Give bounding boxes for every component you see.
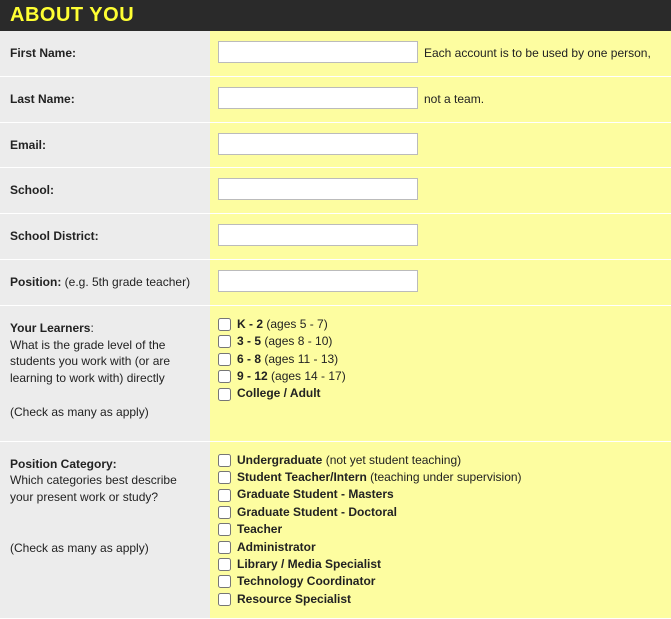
- learners-checkbox[interactable]: [218, 388, 231, 401]
- row-email: Email:: [0, 123, 671, 169]
- label-school: School:: [0, 168, 210, 213]
- row-district: School District:: [0, 214, 671, 260]
- option-light: (ages 8 - 10): [261, 334, 332, 348]
- first-name-hint: Each account is to be used by one person…: [424, 46, 651, 60]
- category-option[interactable]: Undergraduate (not yet student teaching): [218, 452, 663, 469]
- row-school: School:: [0, 168, 671, 214]
- cell-category: Undergraduate (not yet student teaching)…: [210, 442, 671, 619]
- category-checkbox[interactable]: [218, 575, 231, 588]
- category-checkbox[interactable]: [218, 541, 231, 554]
- category-checkbox[interactable]: [218, 489, 231, 502]
- label-email: Email:: [0, 123, 210, 168]
- label-light: (e.g. 5th grade teacher): [61, 275, 190, 289]
- cell-learners: K - 2 (ages 5 - 7) 3 - 5 (ages 8 - 10) 6…: [210, 306, 671, 441]
- option-bold: Administrator: [237, 540, 316, 554]
- option-bold: Graduate Student - Masters: [237, 487, 394, 501]
- option-bold: K - 2: [237, 317, 263, 331]
- label-sub: Which categories best describe your pres…: [10, 473, 177, 504]
- row-learners: Your Learners: What is the grade level o…: [0, 306, 671, 442]
- email-input[interactable]: [218, 133, 418, 155]
- label-sub: What is the grade level of the students …: [10, 338, 170, 386]
- option-bold: Library / Media Specialist: [237, 557, 381, 571]
- cell-position: [210, 260, 671, 305]
- label-text: School District:: [10, 229, 99, 243]
- category-option[interactable]: Resource Specialist: [218, 591, 663, 608]
- category-option[interactable]: Graduate Student - Doctoral: [218, 504, 663, 521]
- learners-checkbox[interactable]: [218, 335, 231, 348]
- option-bold: Resource Specialist: [237, 592, 351, 606]
- category-checkbox[interactable]: [218, 454, 231, 467]
- category-options: Undergraduate (not yet student teaching)…: [218, 452, 663, 609]
- label-learners: Your Learners: What is the grade level o…: [0, 306, 210, 441]
- learners-option[interactable]: College / Adult: [218, 385, 663, 402]
- option-bold: 9 - 12: [237, 369, 268, 383]
- learners-options: K - 2 (ages 5 - 7) 3 - 5 (ages 8 - 10) 6…: [218, 316, 663, 403]
- option-light: (teaching under supervision): [367, 470, 522, 484]
- option-light: (ages 14 - 17): [268, 369, 346, 383]
- option-light: (ages 11 - 13): [261, 352, 338, 366]
- category-option[interactable]: Teacher: [218, 521, 663, 538]
- learners-checkbox[interactable]: [218, 370, 231, 383]
- category-checkbox[interactable]: [218, 506, 231, 519]
- label-text: School:: [10, 183, 54, 197]
- category-checkbox[interactable]: [218, 593, 231, 606]
- label-bold: Your Learners: [10, 321, 90, 335]
- label-text: Last Name:: [10, 92, 75, 106]
- learners-option[interactable]: 9 - 12 (ages 14 - 17): [218, 368, 663, 385]
- row-category: Position Category: Which categories best…: [0, 442, 671, 619]
- label-bold: Position Category:: [10, 457, 117, 471]
- category-option[interactable]: Student Teacher/Intern (teaching under s…: [218, 469, 663, 486]
- label-note: (Check as many as apply): [10, 405, 149, 419]
- cell-district: [210, 214, 671, 259]
- label-note: (Check as many as apply): [10, 541, 149, 555]
- option-bold: Student Teacher/Intern: [237, 470, 367, 484]
- label-colon: :: [90, 321, 93, 335]
- label-text: First Name:: [10, 46, 76, 60]
- category-option[interactable]: Library / Media Specialist: [218, 556, 663, 573]
- learners-option[interactable]: 3 - 5 (ages 8 - 10): [218, 333, 663, 350]
- option-bold: Teacher: [237, 522, 282, 536]
- cell-last-name: not a team.: [210, 77, 671, 122]
- first-name-input[interactable]: [218, 41, 418, 63]
- option-bold: Undergraduate: [237, 453, 322, 467]
- category-checkbox[interactable]: [218, 471, 231, 484]
- label-position: Position: (e.g. 5th grade teacher): [0, 260, 210, 305]
- label-first-name: First Name:: [0, 31, 210, 76]
- learners-checkbox[interactable]: [218, 318, 231, 331]
- option-light: (ages 5 - 7): [263, 317, 328, 331]
- option-bold: Graduate Student - Doctoral: [237, 505, 397, 519]
- position-input[interactable]: [218, 270, 418, 292]
- label-bold: Position:: [10, 275, 61, 289]
- option-bold: 3 - 5: [237, 334, 261, 348]
- school-input[interactable]: [218, 178, 418, 200]
- last-name-hint: not a team.: [424, 92, 484, 106]
- option-bold: College / Adult: [237, 386, 321, 400]
- cell-email: [210, 123, 671, 168]
- learners-option[interactable]: K - 2 (ages 5 - 7): [218, 316, 663, 333]
- category-option[interactable]: Administrator: [218, 539, 663, 556]
- label-category: Position Category: Which categories best…: [0, 442, 210, 619]
- row-first-name: First Name: Each account is to be used b…: [0, 31, 671, 77]
- learners-option[interactable]: 6 - 8 (ages 11 - 13): [218, 351, 663, 368]
- last-name-input[interactable]: [218, 87, 418, 109]
- category-checkbox[interactable]: [218, 523, 231, 536]
- label-district: School District:: [0, 214, 210, 259]
- category-option[interactable]: Technology Coordinator: [218, 573, 663, 590]
- label-last-name: Last Name:: [0, 77, 210, 122]
- district-input[interactable]: [218, 224, 418, 246]
- row-last-name: Last Name: not a team.: [0, 77, 671, 123]
- option-bold: 6 - 8: [237, 352, 261, 366]
- category-checkbox[interactable]: [218, 558, 231, 571]
- option-light: (not yet student teaching): [322, 453, 461, 467]
- learners-checkbox[interactable]: [218, 353, 231, 366]
- cell-first-name: Each account is to be used by one person…: [210, 31, 671, 76]
- section-header: ABOUT YOU: [0, 0, 671, 31]
- option-bold: Technology Coordinator: [237, 574, 375, 588]
- category-option[interactable]: Graduate Student - Masters: [218, 486, 663, 503]
- cell-school: [210, 168, 671, 213]
- row-position: Position: (e.g. 5th grade teacher): [0, 260, 671, 306]
- label-text: Email:: [10, 138, 46, 152]
